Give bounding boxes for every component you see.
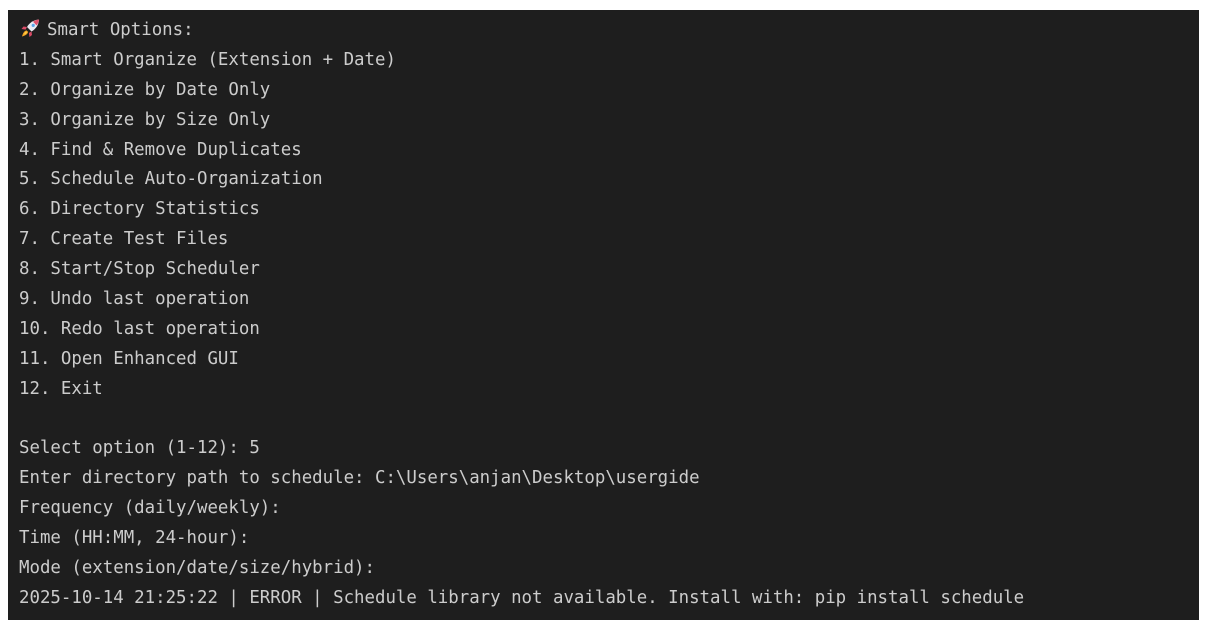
menu-header: Smart Options: bbox=[19, 16, 1199, 46]
frequency-prompt: Frequency (daily/weekly): bbox=[19, 498, 281, 519]
menu-item-6: 6. Directory Statistics bbox=[19, 199, 260, 220]
time-prompt: Time (HH:MM, 24-hour): bbox=[19, 528, 250, 549]
error-log-line: 2025-10-14 21:25:22 | ERROR | Schedule l… bbox=[19, 587, 1025, 608]
menu-item-8: 8. Start/Stop Scheduler bbox=[19, 259, 260, 280]
mode-prompt: Mode (extension/date/size/hybrid): bbox=[19, 558, 375, 579]
menu-item-10: 10. Redo last operation bbox=[19, 318, 260, 339]
terminal-output[interactable]: Smart Options: 1. Smart Organize (Extens… bbox=[8, 10, 1199, 620]
menu-item-9: 9. Undo last operation bbox=[19, 289, 250, 310]
menu-item-7: 7. Create Test Files bbox=[19, 229, 229, 250]
menu-title: Smart Options: bbox=[47, 20, 194, 40]
menu-item-3: 3. Organize by Size Only bbox=[19, 109, 271, 130]
menu-item-1: 1. Smart Organize (Extension + Date) bbox=[19, 49, 396, 70]
menu-item-2: 2. Organize by Date Only bbox=[19, 79, 271, 100]
menu-item-4: 4. Find & Remove Duplicates bbox=[19, 139, 302, 160]
rocket-icon bbox=[19, 18, 41, 38]
directory-path-prompt: Enter directory path to schedule: C:\Use… bbox=[19, 468, 700, 489]
menu-item-5: 5. Schedule Auto-Organization bbox=[19, 169, 323, 190]
select-option-prompt: Select option (1-12): 5 bbox=[19, 438, 260, 459]
menu-item-12: 12. Exit bbox=[19, 378, 103, 399]
menu-item-11: 11. Open Enhanced GUI bbox=[19, 348, 239, 369]
